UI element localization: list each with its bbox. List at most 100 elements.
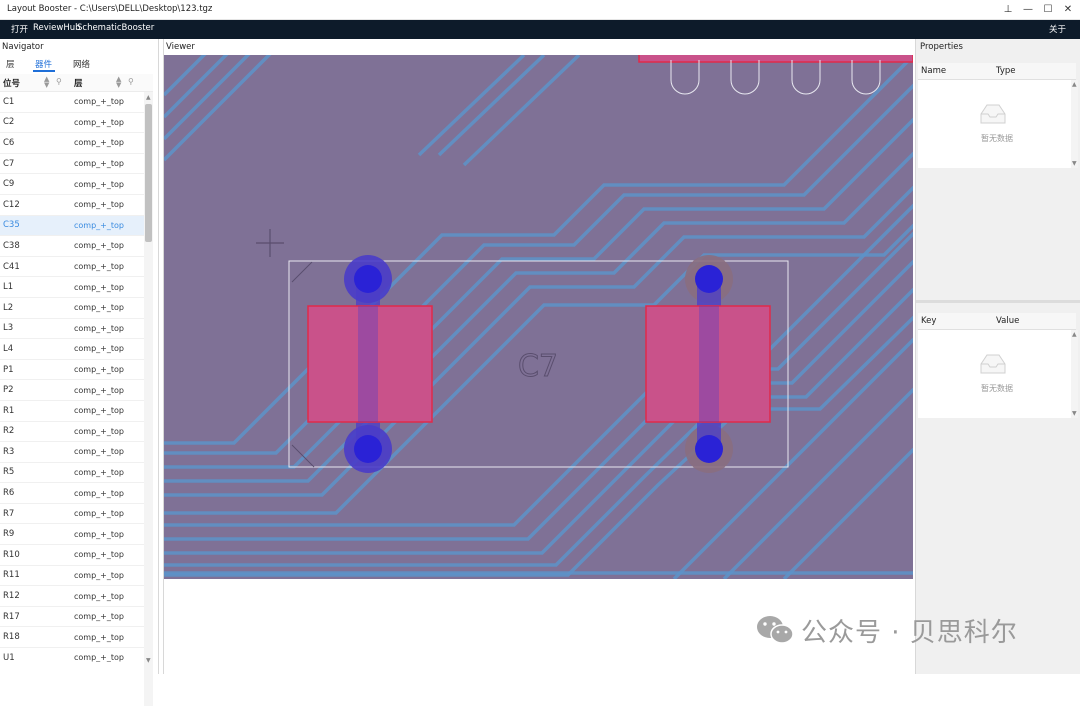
scroll-up-icon[interactable]: ▲ [1072,81,1077,88]
table-row[interactable]: U1 comp_+_top [0,648,144,662]
table-row[interactable]: R18 comp_+_top [0,627,144,649]
via[interactable] [354,265,382,293]
table-row[interactable]: R6 comp_+_top [0,483,144,504]
properties-scrollbar[interactable] [1071,80,1078,168]
menu-open[interactable]: 打开 [11,23,28,35]
column-header-layer[interactable]: 层 [74,77,83,89]
table-row[interactable]: C7 comp_+_top [0,154,144,175]
menu-reviewhub[interactable]: ReviewHub [33,23,81,33]
scroll-down-icon[interactable]: ▼ [1072,160,1077,167]
properties-table-header: Name Type [918,63,1076,80]
table-row[interactable]: C1 comp_+_top [0,92,144,113]
pin-icon[interactable]: ⊥ [998,0,1018,19]
column-header-name[interactable]: Name [921,66,946,76]
key-value-scrollbar[interactable] [1071,330,1078,418]
table-row[interactable]: R10 comp_+_top [0,545,144,566]
menu-schematicbooster[interactable]: SchematicBooster [77,23,154,33]
menu-about[interactable]: 关于 [1049,23,1066,35]
table-row[interactable]: R3 comp_+_top [0,442,144,463]
cell-refdes: R9 [3,529,15,540]
table-row[interactable]: L3 comp_+_top [0,319,144,340]
via[interactable] [354,435,382,463]
table-row[interactable]: R2 comp_+_top [0,422,144,443]
table-row[interactable]: R7 comp_+_top [0,504,144,525]
search-icon[interactable]: ⚲ [56,77,62,86]
table-row[interactable]: C38 comp_+_top [0,236,144,257]
maximize-button[interactable]: ☐ [1038,0,1058,19]
close-button[interactable]: ✕ [1058,0,1078,19]
table-row[interactable]: R1 comp_+_top [0,401,144,422]
cell-layer: comp_+_top [74,529,124,539]
table-row[interactable]: R9 comp_+_top [0,524,144,546]
cell-refdes: P2 [3,385,14,396]
component-refdes-label: C7 [518,349,558,384]
cell-layer: comp_+_top [74,344,124,354]
column-header-refdes[interactable]: 位号 [3,77,20,89]
table-row[interactable]: R11 comp_+_top [0,566,144,587]
table-row[interactable]: L1 comp_+_top [0,277,144,298]
table-row[interactable]: L2 comp_+_top [0,298,144,319]
navigator-tabs: 层 器件 网络 [0,56,158,72]
sort-icon[interactable]: ▲ ▼ [44,76,49,89]
cell-refdes: C9 [3,179,15,190]
table-row[interactable]: C12 comp_+_top [0,195,144,216]
window-title: Layout Booster - C:\Users\DELL\Desktop\1… [7,4,213,14]
minimize-button[interactable]: — [1018,0,1038,19]
via[interactable] [695,435,723,463]
cell-layer: comp_+_top [74,117,124,127]
table-row[interactable]: C2 comp_+_top [0,113,144,134]
tab-layers[interactable]: 层 [6,58,15,70]
cell-refdes: C41 [3,261,20,272]
search-icon[interactable]: ⚲ [128,77,134,86]
cell-layer: comp_+_top [74,262,124,272]
column-header-value[interactable]: Value [996,316,1019,326]
cell-refdes: C2 [3,117,15,128]
empty-text: 暂无数据 [981,384,1013,393]
cell-refdes: R2 [3,426,15,437]
scroll-up-icon[interactable]: ▲ [146,94,151,101]
cell-refdes: R12 [3,591,20,602]
table-row[interactable]: P1 comp_+_top [0,360,144,381]
cell-refdes: R11 [3,570,20,581]
table-row[interactable]: L4 comp_+_top [0,339,144,360]
cell-refdes: C7 [3,158,15,169]
cell-layer: comp_+_top [74,282,124,292]
component-list: C1 comp_+_top C2 comp_+_top C6 comp_+_top C7 co… [0,92,144,662]
title-bar: Layout Booster - C:\Users\DELL\Desktop\1… [0,0,1080,20]
panel-splitter[interactable] [916,300,1080,303]
scroll-down-icon[interactable]: ▼ [1072,410,1077,417]
viewer-title: Viewer [166,42,195,52]
scroll-down-icon[interactable]: ▼ [146,657,151,664]
table-row[interactable]: C41 comp_+_top [0,257,144,278]
connector-pad-strip [638,55,913,63]
active-tab-indicator [33,70,55,72]
cell-layer: comp_+_top [74,385,124,395]
table-row[interactable]: R17 comp_+_top [0,607,144,628]
cell-layer: comp_+_top [74,447,124,457]
via-bridge-overlay [358,306,378,422]
watermark: 公众号 · 贝思科尔 [755,610,1055,650]
table-row[interactable]: C35 comp_+_top [0,215,144,237]
sort-icon[interactable]: ▲ ▼ [116,76,121,89]
table-row[interactable]: R5 comp_+_top [0,463,144,484]
cell-layer: comp_+_top [74,550,124,560]
column-header-key[interactable]: Key [921,316,936,326]
properties-title: Properties [920,42,963,52]
tab-components[interactable]: 器件 [35,58,52,70]
via[interactable] [695,265,723,293]
column-header-type[interactable]: Type [996,66,1016,76]
table-row[interactable]: R12 comp_+_top [0,586,144,607]
cell-layer: comp_+_top [74,365,124,375]
navigator-scroll-thumb[interactable] [145,104,152,242]
cell-layer: comp_+_top [74,488,124,498]
cell-refdes: C6 [3,137,15,148]
table-row[interactable]: C9 comp_+_top [0,174,144,195]
tab-nets[interactable]: 网络 [73,58,90,70]
wechat-icon [757,616,794,644]
table-row[interactable]: P2 comp_+_top [0,380,144,401]
empty-box-icon [980,354,1006,374]
table-row[interactable]: C6 comp_+_top [0,133,144,154]
pcb-canvas[interactable]: C7 [164,55,913,579]
cell-refdes: L4 [3,343,14,354]
scroll-up-icon[interactable]: ▲ [1072,331,1077,338]
